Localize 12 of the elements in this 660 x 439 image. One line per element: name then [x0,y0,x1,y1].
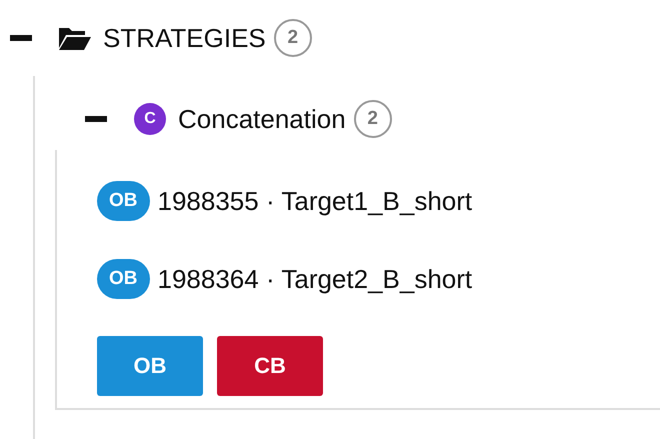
folder-icon [59,26,91,50]
type-badge: OB [97,181,150,221]
folder-label[interactable]: STRATEGIES [103,22,266,54]
count-badge: 2 [354,100,392,138]
count-badge: 2 [274,19,312,57]
target-label[interactable]: 1988355 · Target1_B_short [158,186,472,216]
target-label[interactable]: 1988364 · Target2_B_short [158,264,472,294]
add-button[interactable]: CB [217,336,323,396]
type-badge: OB [97,259,150,299]
add-button[interactable]: OB [97,336,203,396]
strategy-badge: C [134,103,166,135]
strategy-label[interactable]: Concatenation [178,104,346,134]
